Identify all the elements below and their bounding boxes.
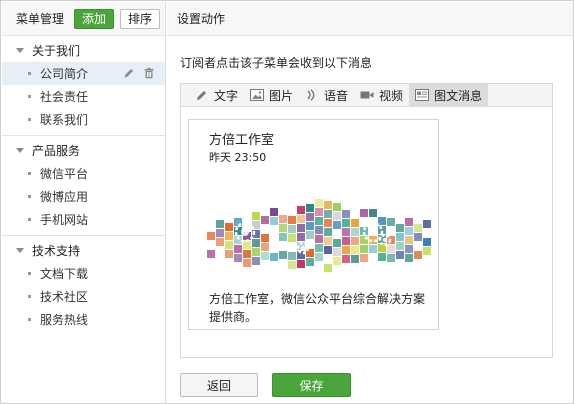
bullet-icon — [28, 118, 31, 121]
menu-panel: 菜单管理 添加 排序 关于我们 公司简介 社会责任 联系我们 产品服务 微信平台… — [2, 2, 166, 403]
menu-group-label: 产品服务 — [32, 143, 81, 158]
menu-group-title[interactable]: 关于我们 — [2, 38, 165, 62]
bullet-icon — [28, 172, 31, 175]
tab-image[interactable]: 图片 — [244, 84, 299, 106]
menu-group-label: 关于我们 — [32, 43, 81, 58]
bullet-icon — [28, 195, 31, 198]
tab-label: 语音 — [324, 88, 349, 103]
bullet-icon — [28, 95, 31, 98]
menu-group-label: 技术支持 — [32, 243, 81, 258]
tab-audio[interactable]: 语音 — [299, 84, 354, 106]
submenu-item[interactable]: 服务热线 — [2, 308, 165, 331]
message-title: 方倍工作室 — [209, 133, 275, 148]
back-button[interactable]: 返回 — [180, 373, 258, 397]
message-description: 方倍工作室，微信公众平台综合解决方案提供商。 — [209, 292, 426, 324]
submenu-item-label: 文档下载 — [40, 267, 89, 281]
tab-label: 文字 — [214, 88, 239, 103]
edit-pencil-icon[interactable] — [123, 67, 135, 79]
submenu-item[interactable]: 公司简介 — [2, 62, 165, 85]
save-button[interactable]: 保存 — [272, 373, 351, 397]
tab-text[interactable]: 文字 — [189, 84, 244, 106]
submenu-item-label: 微信平台 — [40, 167, 89, 181]
menu-group: 关于我们 公司简介 社会责任 联系我们 — [2, 36, 165, 136]
bullet-icon — [28, 72, 31, 75]
submenu-item-label: 社会责任 — [40, 90, 89, 104]
submenu-item[interactable]: 微信平台 — [2, 162, 165, 185]
menu-panel-title: 菜单管理 — [16, 12, 65, 26]
item-tools — [123, 67, 155, 79]
bullet-icon — [28, 295, 31, 298]
message-editor: 文字 图片 语音 视频 图文消息 方倍工作室 昨天 23:50 方倍工作室，微信… — [180, 83, 553, 358]
message-type-tabs: 文字 图片 语音 视频 图文消息 — [181, 84, 552, 107]
message-cover-image — [207, 180, 440, 288]
submenu-item-label: 公司简介 — [40, 67, 89, 81]
action-panel: 设置动作 订阅者点击该子菜单会收到以下消息 文字 图片 语音 视频 图文消息 方… — [167, 2, 573, 403]
tab-label: 图文消息 — [434, 88, 483, 103]
tab-news[interactable]: 图文消息 — [409, 84, 489, 106]
caret-down-icon — [16, 247, 24, 253]
tab-label: 视频 — [379, 88, 404, 103]
caret-down-icon — [16, 47, 24, 53]
menu-group: 产品服务 微信平台 微博应用 手机网站 — [2, 136, 165, 236]
news-icon — [415, 89, 430, 101]
bullet-icon — [28, 318, 31, 321]
submenu-item-label: 手机网站 — [40, 213, 89, 227]
submenu-item-label: 服务热线 — [40, 313, 89, 327]
tab-label: 图片 — [269, 88, 294, 103]
menu-group-title[interactable]: 技术支持 — [2, 238, 165, 262]
bullet-icon — [28, 218, 31, 221]
delete-trash-icon[interactable] — [143, 67, 155, 79]
action-panel-title: 设置动作 — [177, 12, 226, 26]
submenu-item[interactable]: 社会责任 — [2, 85, 165, 108]
action-panel-header: 设置动作 — [167, 2, 573, 36]
menu-group: 技术支持 文档下载 技术社区 服务热线 — [2, 236, 165, 335]
audio-icon — [305, 89, 319, 101]
image-icon — [250, 89, 265, 101]
sort-button[interactable]: 排序 — [120, 8, 161, 29]
submenu-item-label: 联系我们 — [40, 113, 89, 127]
menu-panel-header: 菜单管理 添加 排序 — [2, 2, 165, 36]
menu-group-title[interactable]: 产品服务 — [2, 138, 165, 162]
video-icon — [360, 89, 374, 101]
submenu-item[interactable]: 联系我们 — [2, 108, 165, 131]
tab-video[interactable]: 视频 — [354, 84, 409, 106]
add-button[interactable]: 添加 — [74, 8, 115, 29]
submenu-item[interactable]: 手机网站 — [2, 208, 165, 231]
window-frame: 菜单管理 添加 排序 关于我们 公司简介 社会责任 联系我们 产品服务 微信平台… — [0, 0, 574, 404]
action-hint: 订阅者点击该子菜单会收到以下消息 — [180, 56, 373, 70]
submenu-item-label: 技术社区 — [40, 290, 89, 304]
caret-down-icon — [16, 147, 24, 153]
message-time: 昨天 23:50 — [209, 151, 267, 164]
submenu-item-label: 微博应用 — [40, 190, 89, 204]
pencil-icon — [195, 89, 209, 101]
news-message-card[interactable]: 方倍工作室 昨天 23:50 方倍工作室，微信公众平台综合解决方案提供商。 — [188, 119, 440, 330]
submenu-item[interactable]: 微博应用 — [2, 185, 165, 208]
submenu-item[interactable]: 技术社区 — [2, 285, 165, 308]
bullet-icon — [28, 272, 31, 275]
submenu-item[interactable]: 文档下载 — [2, 262, 165, 285]
